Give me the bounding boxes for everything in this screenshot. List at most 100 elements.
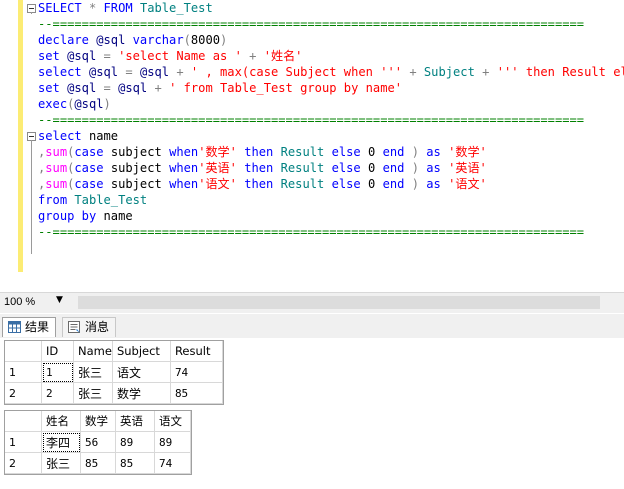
code-token: @sql — [96, 33, 133, 47]
code-line[interactable]: select name — [38, 128, 118, 144]
grid-cell[interactable]: 89 — [115, 431, 155, 453]
column-header[interactable]: 数学 — [80, 411, 116, 432]
code-token: declare — [38, 33, 97, 47]
code-line[interactable]: --======================================… — [38, 16, 584, 32]
code-token: ' from Table_Test group by name' — [169, 81, 403, 95]
grid-cell[interactable]: 张三 — [41, 452, 81, 474]
row-number[interactable]: 1 — [5, 431, 42, 453]
code-token: 0 — [368, 161, 383, 175]
grid-cell[interactable]: 李四 — [41, 431, 81, 453]
code-token: name — [88, 129, 119, 143]
grid-icon — [8, 321, 21, 333]
zoom-bar: 100 % ▼ — [0, 292, 624, 313]
code-token: as — [426, 161, 449, 175]
code-line[interactable]: set @sql = 'select Name as ' + '姓名' — [38, 48, 302, 64]
code-token: --======================================… — [38, 113, 585, 127]
code-line[interactable]: select @sql = @sql + ' , max(case Subjec… — [38, 64, 624, 80]
code-line[interactable]: ,sum(case subject when'数学' then Result e… — [38, 144, 487, 160]
code-line[interactable]: SELECT * FROM Table_Test — [38, 0, 213, 16]
code-token: '姓名' — [263, 49, 303, 63]
column-header[interactable]: Name — [73, 341, 113, 362]
code-token: name — [103, 209, 133, 223]
code-token: ) — [103, 97, 111, 111]
row-number[interactable]: 2 — [5, 452, 42, 474]
grid-cell[interactable]: 85 — [115, 452, 155, 474]
code-line[interactable]: group by name — [38, 208, 133, 224]
row-number[interactable]: 1 — [5, 361, 42, 383]
code-token: '语文' — [198, 177, 245, 191]
result-grid-2[interactable]: 姓名 数学 英语 语文 1 李四 56 89 89 2 张三 85 85 74 — [4, 410, 192, 475]
grid-header-row: 姓名 数学 英语 语文 — [5, 411, 191, 432]
grid-cell[interactable]: 74 — [154, 452, 191, 474]
code-token: '数学' — [448, 145, 487, 159]
outline-guide — [31, 12, 32, 14]
column-header[interactable]: ID — [41, 341, 74, 362]
code-token: then — [244, 177, 281, 191]
code-token: = — [125, 65, 140, 79]
row-number-header — [5, 411, 42, 432]
code-token: 8000 — [190, 33, 221, 47]
code-token: '数学' — [198, 145, 245, 159]
code-line[interactable]: exec(@sql) — [38, 96, 111, 112]
grid-cell[interactable]: 1 — [41, 361, 74, 383]
table-row[interactable]: 2 2 张三 数学 85 — [5, 382, 223, 404]
tab-messages[interactable]: 消息 — [62, 317, 117, 337]
table-row[interactable]: 1 李四 56 89 89 — [5, 431, 191, 453]
column-header[interactable]: Subject — [112, 341, 171, 362]
code-token: + — [409, 65, 424, 79]
code-token: --======================================… — [38, 17, 585, 31]
code-token: '语文' — [448, 177, 487, 191]
code-token: select — [38, 129, 89, 143]
code-line[interactable]: declare @sql varchar(8000) — [38, 32, 227, 48]
code-token: else — [331, 177, 368, 191]
grid-cell[interactable]: 89 — [154, 431, 191, 453]
code-token: ''' then Result else — [496, 65, 624, 79]
code-token: ) — [220, 33, 228, 47]
code-token: end — [382, 145, 412, 159]
row-number[interactable]: 2 — [5, 382, 42, 404]
table-row[interactable]: 1 1 张三 语文 74 — [5, 361, 223, 383]
grid-header-row: ID Name Subject Result — [5, 341, 223, 362]
tab-results[interactable]: 结果 — [2, 317, 57, 337]
code-token: case — [74, 161, 111, 175]
grid-cell[interactable]: 85 — [80, 452, 116, 474]
grid-cell[interactable]: 2 — [41, 382, 74, 404]
code-token: group by — [38, 209, 104, 223]
grid-cell[interactable]: 张三 — [73, 382, 113, 404]
sql-editor[interactable]: SELECT * FROM Table_Test --==============… — [0, 0, 624, 292]
results-pane: ID Name Subject Result 1 1 张三 语文 74 2 2 … — [0, 338, 624, 489]
code-line[interactable]: --======================================… — [38, 224, 584, 240]
grid-cell[interactable]: 74 — [170, 361, 223, 383]
result-grid-1[interactable]: ID Name Subject Result 1 1 张三 语文 74 2 2 … — [4, 340, 224, 405]
horizontal-scrollbar[interactable] — [78, 296, 600, 309]
code-token: 0 — [368, 145, 383, 159]
code-token: @sql — [67, 81, 104, 95]
grid-cell[interactable]: 数学 — [112, 382, 171, 404]
grid-cell[interactable]: 语文 — [112, 361, 171, 383]
table-row[interactable]: 2 张三 85 85 74 — [5, 452, 191, 474]
code-token: SELECT — [38, 1, 89, 15]
code-token: case — [74, 177, 111, 191]
code-token: Table_Test — [74, 193, 148, 207]
code-line[interactable]: ,sum(case subject when'英语' then Result e… — [38, 160, 487, 176]
code-token: subject — [110, 161, 170, 175]
code-token: @sql — [118, 81, 155, 95]
code-token: else — [331, 161, 368, 175]
chevron-down-icon[interactable]: ▼ — [56, 295, 63, 305]
code-line[interactable]: --======================================… — [38, 112, 584, 128]
column-header[interactable]: 姓名 — [41, 411, 81, 432]
code-line[interactable]: ,sum(case subject when'语文' then Result e… — [38, 176, 487, 192]
grid-cell[interactable]: 85 — [170, 382, 223, 404]
grid-cell[interactable]: 56 — [80, 431, 116, 453]
results-tabs: 结果 消息 — [0, 314, 624, 338]
code-token: Result — [280, 177, 332, 191]
column-header[interactable]: Result — [170, 341, 223, 362]
code-line[interactable]: from Table_Test — [38, 192, 147, 208]
code-line[interactable]: set @sql = @sql + ' from Table_Test grou… — [38, 80, 402, 96]
code-token: ( — [183, 33, 191, 47]
code-token: else — [331, 145, 368, 159]
column-header[interactable]: 英语 — [115, 411, 155, 432]
column-header[interactable]: 语文 — [154, 411, 191, 432]
grid-cell[interactable]: 张三 — [73, 361, 113, 383]
code-token: Table_Test — [139, 1, 213, 15]
